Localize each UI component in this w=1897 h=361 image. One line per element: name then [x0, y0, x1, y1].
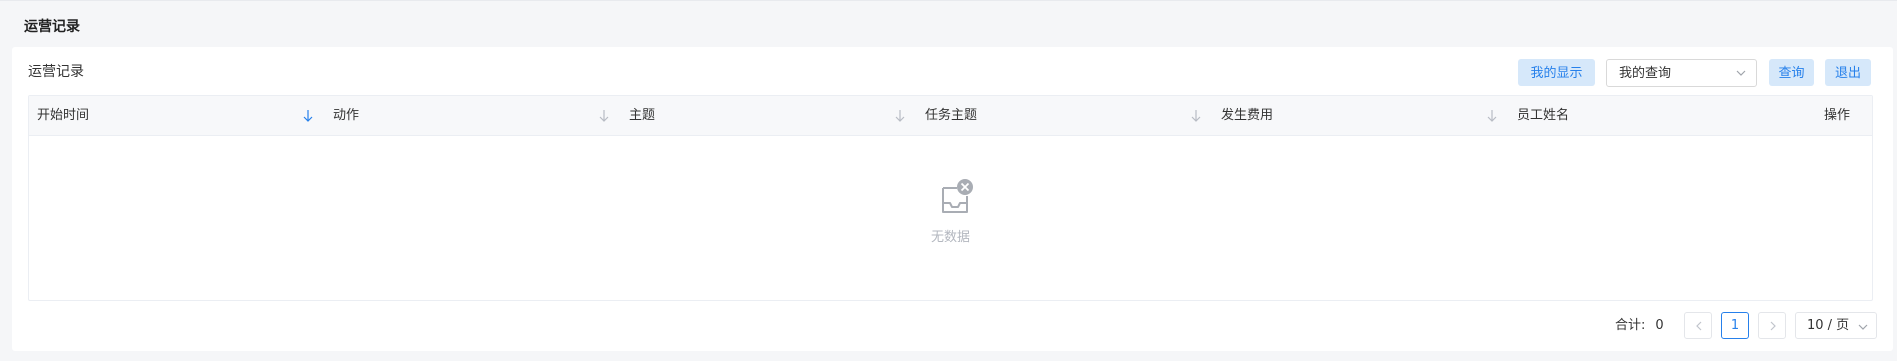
total-label: 合计: — [1615, 318, 1646, 333]
chevron-down-icon — [1736, 70, 1746, 76]
sort-arrow-down-icon[interactable] — [302, 109, 314, 123]
sort-arrow-down-icon[interactable] — [1190, 109, 1202, 123]
column-header-task-subject[interactable]: 任务主题 — [917, 96, 1213, 136]
card-title: 运营记录 — [28, 64, 84, 80]
column-header-cost[interactable]: 发生费用 — [1213, 96, 1509, 136]
sort-arrow-down-icon[interactable] — [598, 109, 610, 123]
table-header: 开始时间 动作 主题 任务主题 发生费用 员工姓名 操作 — [29, 96, 1872, 136]
total-value: 0 — [1655, 318, 1664, 333]
chevron-right-icon — [1770, 321, 1776, 331]
records-table: 开始时间 动作 主题 任务主题 发生费用 员工姓名 操作 无数据 — [28, 95, 1873, 301]
my-query-select[interactable]: 我的查询 — [1606, 59, 1757, 87]
exit-button[interactable]: 退出 — [1825, 59, 1871, 86]
page-header: 运营记录 — [0, 0, 1897, 46]
column-header-start-time[interactable]: 开始时间 — [29, 96, 325, 136]
column-header-label: 开始时间 — [37, 108, 90, 123]
empty-inbox-icon — [942, 179, 973, 213]
page-size-select[interactable]: 10 / 页 — [1795, 312, 1877, 339]
empty-state-text: 无数据 — [930, 230, 970, 245]
sort-arrow-down-icon[interactable] — [894, 109, 906, 123]
pagination-total: 合计: 0 — [1615, 317, 1664, 335]
page-title: 运营记录 — [24, 19, 80, 35]
next-page-button[interactable] — [1758, 312, 1786, 339]
column-header-label: 发生费用 — [1221, 108, 1274, 123]
column-header-action[interactable]: 动作 — [325, 96, 621, 136]
query-button[interactable]: 查询 — [1769, 59, 1814, 86]
page-size-value: 10 / 页 — [1807, 318, 1850, 333]
my-display-button[interactable]: 我的显示 — [1518, 59, 1595, 86]
sort-arrow-down-icon[interactable] — [1486, 109, 1498, 123]
empty-state: 无数据 — [29, 136, 1872, 300]
page-number-current[interactable]: 1 — [1721, 312, 1749, 339]
previous-page-button[interactable] — [1684, 312, 1712, 339]
my-query-select-value: 我的查询 — [1619, 66, 1672, 81]
records-card: 运营记录 我的显示 我的查询 查询 退出 开始时间 动作 主题 任务主题 发生费… — [12, 47, 1893, 351]
column-header-label: 任务主题 — [925, 108, 978, 123]
column-header-subject[interactable]: 主题 — [621, 96, 917, 136]
column-header-label: 员工姓名 — [1517, 108, 1570, 123]
chevron-left-icon — [1696, 321, 1702, 331]
column-header-label: 动作 — [333, 108, 360, 123]
column-header-actions: 操作 — [1823, 108, 1850, 123]
column-header-label: 主题 — [629, 108, 656, 123]
column-header-employee-name[interactable]: 员工姓名 — [1509, 96, 1805, 136]
chevron-down-icon — [1858, 324, 1868, 330]
